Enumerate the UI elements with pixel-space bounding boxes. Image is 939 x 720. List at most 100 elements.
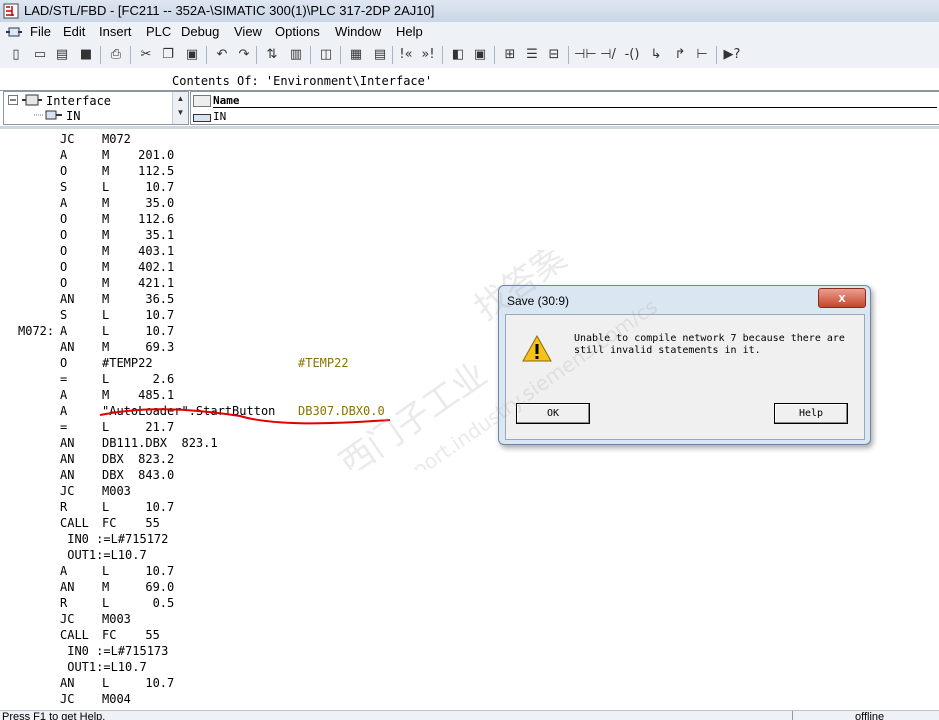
redo-icon[interactable]: ↷ — [234, 45, 254, 65]
code-line[interactable]: A L 10.7 — [0, 564, 939, 580]
code-line[interactable]: R L 0.5 — [0, 596, 939, 612]
code-line[interactable]: IN0 :=L#715172 — [0, 532, 939, 548]
code-operation: AN — [60, 468, 75, 482]
overview-icon[interactable]: ▦ — [346, 45, 366, 65]
load-icon[interactable]: ⇅ — [262, 45, 282, 65]
branch-open-icon[interactable]: ↳ — [646, 45, 666, 65]
code-operation: CALL — [60, 628, 89, 642]
menu-help[interactable]: Help — [396, 24, 423, 39]
in-row-label[interactable]: IN — [213, 110, 226, 123]
code-line[interactable]: JC M004 — [0, 692, 939, 708]
code-line[interactable]: JC M003 — [0, 612, 939, 628]
code-line[interactable]: AN DBX 823.2 — [0, 452, 939, 468]
code-operation: = — [60, 372, 68, 386]
code-line[interactable]: A M 35.0 — [0, 196, 939, 212]
code-line[interactable]: O M 112.5 — [0, 164, 939, 180]
code-operation: A — [60, 148, 68, 162]
code-operation: A — [60, 564, 68, 578]
code-line[interactable]: IN0 :=L#715173 — [0, 644, 939, 660]
rung-end-icon[interactable]: »! — [418, 45, 438, 65]
code-line[interactable]: O M 403.1 — [0, 244, 939, 260]
program-icon[interactable]: ⊞ — [500, 45, 520, 65]
menu-edit[interactable]: Edit — [63, 24, 85, 39]
code-operation: CALL — [60, 516, 89, 530]
help-icon[interactable]: ▶? — [722, 45, 742, 65]
panel-icon[interactable]: ◧ — [448, 45, 468, 65]
name-column-header[interactable]: Name — [213, 94, 937, 108]
print-icon[interactable]: ⎙ — [106, 45, 126, 65]
menu-plc[interactable]: PLC — [146, 24, 171, 39]
menu-debug[interactable]: Debug — [181, 24, 219, 39]
code-line[interactable]: OUT1:=L10.7 — [0, 548, 939, 564]
code-line[interactable]: O M 35.1 — [0, 228, 939, 244]
code-address: DBX 843.0 — [102, 468, 175, 482]
copy-icon[interactable]: ❐ — [158, 45, 178, 65]
table-icon[interactable]: ▤ — [370, 45, 390, 65]
code-operation: O — [60, 260, 68, 274]
splitter[interactable] — [0, 126, 939, 129]
code-line[interactable]: JC M003 — [0, 484, 939, 500]
diagnose-icon[interactable]: ▥ — [286, 45, 306, 65]
interface-tree[interactable]: Interface IN ▲ ▼ — [3, 91, 189, 125]
menu-insert[interactable]: Insert — [99, 24, 132, 39]
save-dialog: Save (30:9) x Unable to compile network … — [498, 285, 871, 445]
code-line[interactable]: O M 112.6 — [0, 212, 939, 228]
code-address: M 112.6 — [102, 212, 175, 226]
code-address: M 201.0 — [102, 148, 175, 162]
nc-contact-icon[interactable]: ⊣/⊢ — [598, 45, 618, 82]
menu-options[interactable]: Options — [275, 24, 320, 39]
toolbar-separator — [716, 46, 717, 64]
help-button[interactable]: Help — [774, 403, 848, 424]
tree-root-label[interactable]: Interface — [46, 94, 111, 108]
contact-table-icon[interactable]: ⊟ — [544, 45, 564, 65]
coil-icon[interactable]: -() — [622, 45, 642, 65]
code-line[interactable]: A M 201.0 — [0, 148, 939, 164]
menu-view[interactable]: View — [234, 24, 262, 39]
code-operation: IN0 :=L#715172 — [60, 532, 169, 546]
code-operation: AN — [60, 340, 75, 354]
code-line[interactable]: O M 402.1 — [0, 260, 939, 276]
contact-icon[interactable]: ⊣⊢ — [574, 45, 597, 65]
undo-icon[interactable]: ↶ — [212, 45, 232, 65]
in-node-icon — [34, 110, 62, 120]
code-line[interactable]: AN M 69.0 — [0, 580, 939, 596]
dialog-title: Save (30:9) — [507, 294, 570, 308]
code-address: M 35.1 — [102, 228, 175, 242]
connector-icon[interactable]: ⊢ — [692, 45, 712, 65]
row-header — [193, 95, 211, 107]
tree-scrollbar[interactable]: ▲ ▼ — [172, 92, 188, 124]
rung-start-icon[interactable]: !« — [396, 45, 416, 65]
ok-button[interactable]: OK — [516, 403, 590, 424]
cut-icon[interactable]: ✂ — [136, 45, 156, 65]
save-icon[interactable]: ■ — [76, 45, 96, 65]
folder-icon[interactable]: ▤ — [52, 45, 72, 65]
tree-child-label[interactable]: IN — [66, 109, 80, 123]
collapse-icon[interactable] — [8, 95, 18, 105]
menu-window[interactable]: Window — [335, 24, 381, 39]
code-operation: AN — [60, 436, 75, 450]
close-button[interactable]: x — [818, 288, 866, 308]
doc-control-icon[interactable] — [6, 26, 22, 38]
code-address: #TEMP22 — [102, 356, 153, 370]
code-line[interactable]: JC M072 — [0, 132, 939, 148]
menu-file[interactable]: File — [30, 24, 51, 39]
code-address: L 2.6 — [102, 372, 175, 386]
branch-close-icon[interactable]: ↱ — [670, 45, 690, 65]
code-line[interactable]: CALL FC 55 — [0, 516, 939, 532]
new-icon[interactable]: ▯ — [6, 45, 26, 65]
code-line[interactable]: R L 10.7 — [0, 500, 939, 516]
table-icon[interactable]: ☰ — [522, 45, 542, 65]
code-line[interactable]: CALL FC 55 — [0, 628, 939, 644]
code-line[interactable]: OUT1:=L10.7 — [0, 660, 939, 676]
block-icon[interactable]: ◫ — [316, 45, 336, 65]
open-icon[interactable]: ▭ — [30, 45, 50, 65]
title-bar: LAD/STL/FBD - [FC211 -- 352A-\SIMATIC 30… — [0, 0, 939, 23]
paste-icon[interactable]: ▣ — [182, 45, 202, 65]
code-operation: R — [60, 596, 68, 610]
code-line[interactable]: AN DBX 843.0 — [0, 468, 939, 484]
code-line[interactable]: S L 10.7 — [0, 180, 939, 196]
code-operation: OUT1:=L10.7 — [60, 548, 147, 562]
code-line[interactable]: AN L 10.7 — [0, 676, 939, 692]
code-operation: A — [60, 388, 68, 402]
view-icon[interactable]: ▣ — [470, 45, 490, 65]
